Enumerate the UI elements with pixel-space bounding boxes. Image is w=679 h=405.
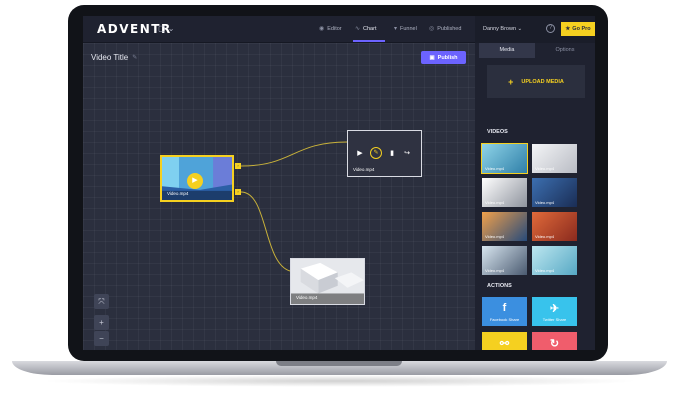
video-thumb[interactable]: Video.mp4 <box>532 144 577 173</box>
fit-view-icon[interactable]: ⤧ <box>94 294 109 309</box>
video-thumb-label: Video.mp4 <box>485 166 505 171</box>
chart-canvas[interactable]: Video Title ✎ ▣ Publish Video.mp4 ▶ › › … <box>83 43 475 350</box>
globe-icon: ◎ <box>429 26 435 32</box>
video-thumb-label: Video.mp4 <box>535 166 555 171</box>
video-thumb-label: Video.mp4 <box>535 200 555 205</box>
video-thumb-label: Video.mp4 <box>485 234 505 239</box>
nav-funnel-label: Funnel <box>400 25 417 32</box>
output-port-icon[interactable]: › <box>235 163 241 169</box>
zoom-out-button[interactable]: − <box>94 331 109 346</box>
action-label: Twitter Share <box>542 317 567 322</box>
output-port-icon[interactable]: › <box>235 189 241 195</box>
play-icon[interactable]: ▶ <box>187 173 203 189</box>
nav-editor[interactable]: ◉ Editor <box>319 25 342 33</box>
laptop-notch <box>276 361 402 366</box>
laptop-frame: ADVENTR ▢ ⌄ ◉ Editor ∿ Chart ▾ Funnel ◎ … <box>0 0 679 405</box>
facebook-icon: f <box>502 302 507 314</box>
view-switch-dropdown[interactable]: ▢ ⌄ <box>158 24 174 33</box>
eye-icon: ◉ <box>319 26 325 32</box>
connection-line-bottom <box>240 191 291 272</box>
edit-icon[interactable]: ✎ <box>370 147 382 159</box>
tab-options[interactable]: Options <box>537 43 593 58</box>
video-thumb[interactable]: Video.mp4 <box>481 143 528 174</box>
actions-heading: ACTIONS <box>487 283 512 289</box>
video-thumb[interactable]: Video.mp4 <box>532 178 577 207</box>
nav-chart-label: Chart <box>363 25 377 32</box>
trash-icon[interactable]: ▮ <box>387 149 397 157</box>
link-action[interactable]: ⚯ <box>482 332 527 350</box>
video-thumb[interactable]: Video.mp4 <box>482 246 527 275</box>
help-icon[interactable]: ? <box>546 24 555 33</box>
funnel-icon: ▾ <box>394 26 398 32</box>
go-pro-button[interactable]: ★ Go Pro <box>561 22 595 36</box>
go-pro-label: Go Pro <box>572 26 591 32</box>
video-thumb[interactable]: Video.mp4 <box>532 212 577 241</box>
video-thumb-label: Video.mp4 <box>485 268 505 273</box>
media-panel: Media Options + UPLOAD MEDIA VIDEOS Vide… <box>475 43 595 350</box>
video-thumb[interactable]: Video.mp4 <box>532 246 577 275</box>
upload-media-button[interactable]: + UPLOAD MEDIA <box>487 65 585 98</box>
nav-editor-label: Editor <box>327 25 342 32</box>
nav-funnel[interactable]: ▾ Funnel <box>394 25 417 33</box>
refresh-icon: ↻ <box>549 338 560 350</box>
tab-media[interactable]: Media <box>479 43 535 58</box>
top-bar: ADVENTR ▢ ⌄ ◉ Editor ∿ Chart ▾ Funnel ◎ … <box>83 16 595 43</box>
videos-heading: VIDEOS <box>487 129 508 135</box>
nav-published-label: Published <box>437 25 462 32</box>
node-label: Video.mp4 <box>353 167 375 172</box>
node-connections <box>240 141 348 272</box>
chart-icon: ∿ <box>355 26 361 32</box>
twitter-share-action[interactable]: ✈ Twitter Share <box>532 297 577 326</box>
plus-icon: + <box>508 76 514 87</box>
nav-published[interactable]: ◎ Published <box>429 25 462 33</box>
node-toolbar: ▶ ✎ ▮ ↪ <box>355 147 412 159</box>
facebook-share-action[interactable]: f Facebook Share <box>482 297 527 326</box>
refresh-action[interactable]: ↻ <box>532 332 577 350</box>
nav-chart[interactable]: ∿ Chart <box>355 25 377 33</box>
upload-media-label: UPLOAD MEDIA <box>521 78 564 85</box>
video-thumb-label: Video.mp4 <box>535 234 555 239</box>
laptop-shadow <box>40 375 640 387</box>
share-icon[interactable]: ↪ <box>402 149 412 157</box>
video-thumb[interactable]: Video.mp4 <box>482 212 527 241</box>
active-tab-indicator <box>353 40 385 42</box>
node-label: Video.mp4 <box>167 191 189 196</box>
app-screen: ADVENTR ▢ ⌄ ◉ Editor ∿ Chart ▾ Funnel ◎ … <box>83 16 595 350</box>
video-thumb-label: Video.mp4 <box>535 268 555 273</box>
connection-line-top <box>240 141 348 167</box>
zoom-in-button[interactable]: + <box>94 315 109 330</box>
video-node-bottom[interactable]: Video.mp4 <box>290 258 365 305</box>
play-icon[interactable]: ▶ <box>355 149 365 157</box>
video-thumb-label: Video.mp4 <box>485 200 505 205</box>
video-thumb[interactable]: Video.mp4 <box>482 178 527 207</box>
link-icon: ⚯ <box>499 338 510 350</box>
action-label: Facebook Share <box>489 317 520 322</box>
user-menu[interactable]: Danny Brown ⌄ <box>483 26 522 32</box>
node-label: Video.mp4 <box>296 295 318 300</box>
star-icon: ★ <box>565 26 571 32</box>
twitter-icon: ✈ <box>549 303 560 315</box>
